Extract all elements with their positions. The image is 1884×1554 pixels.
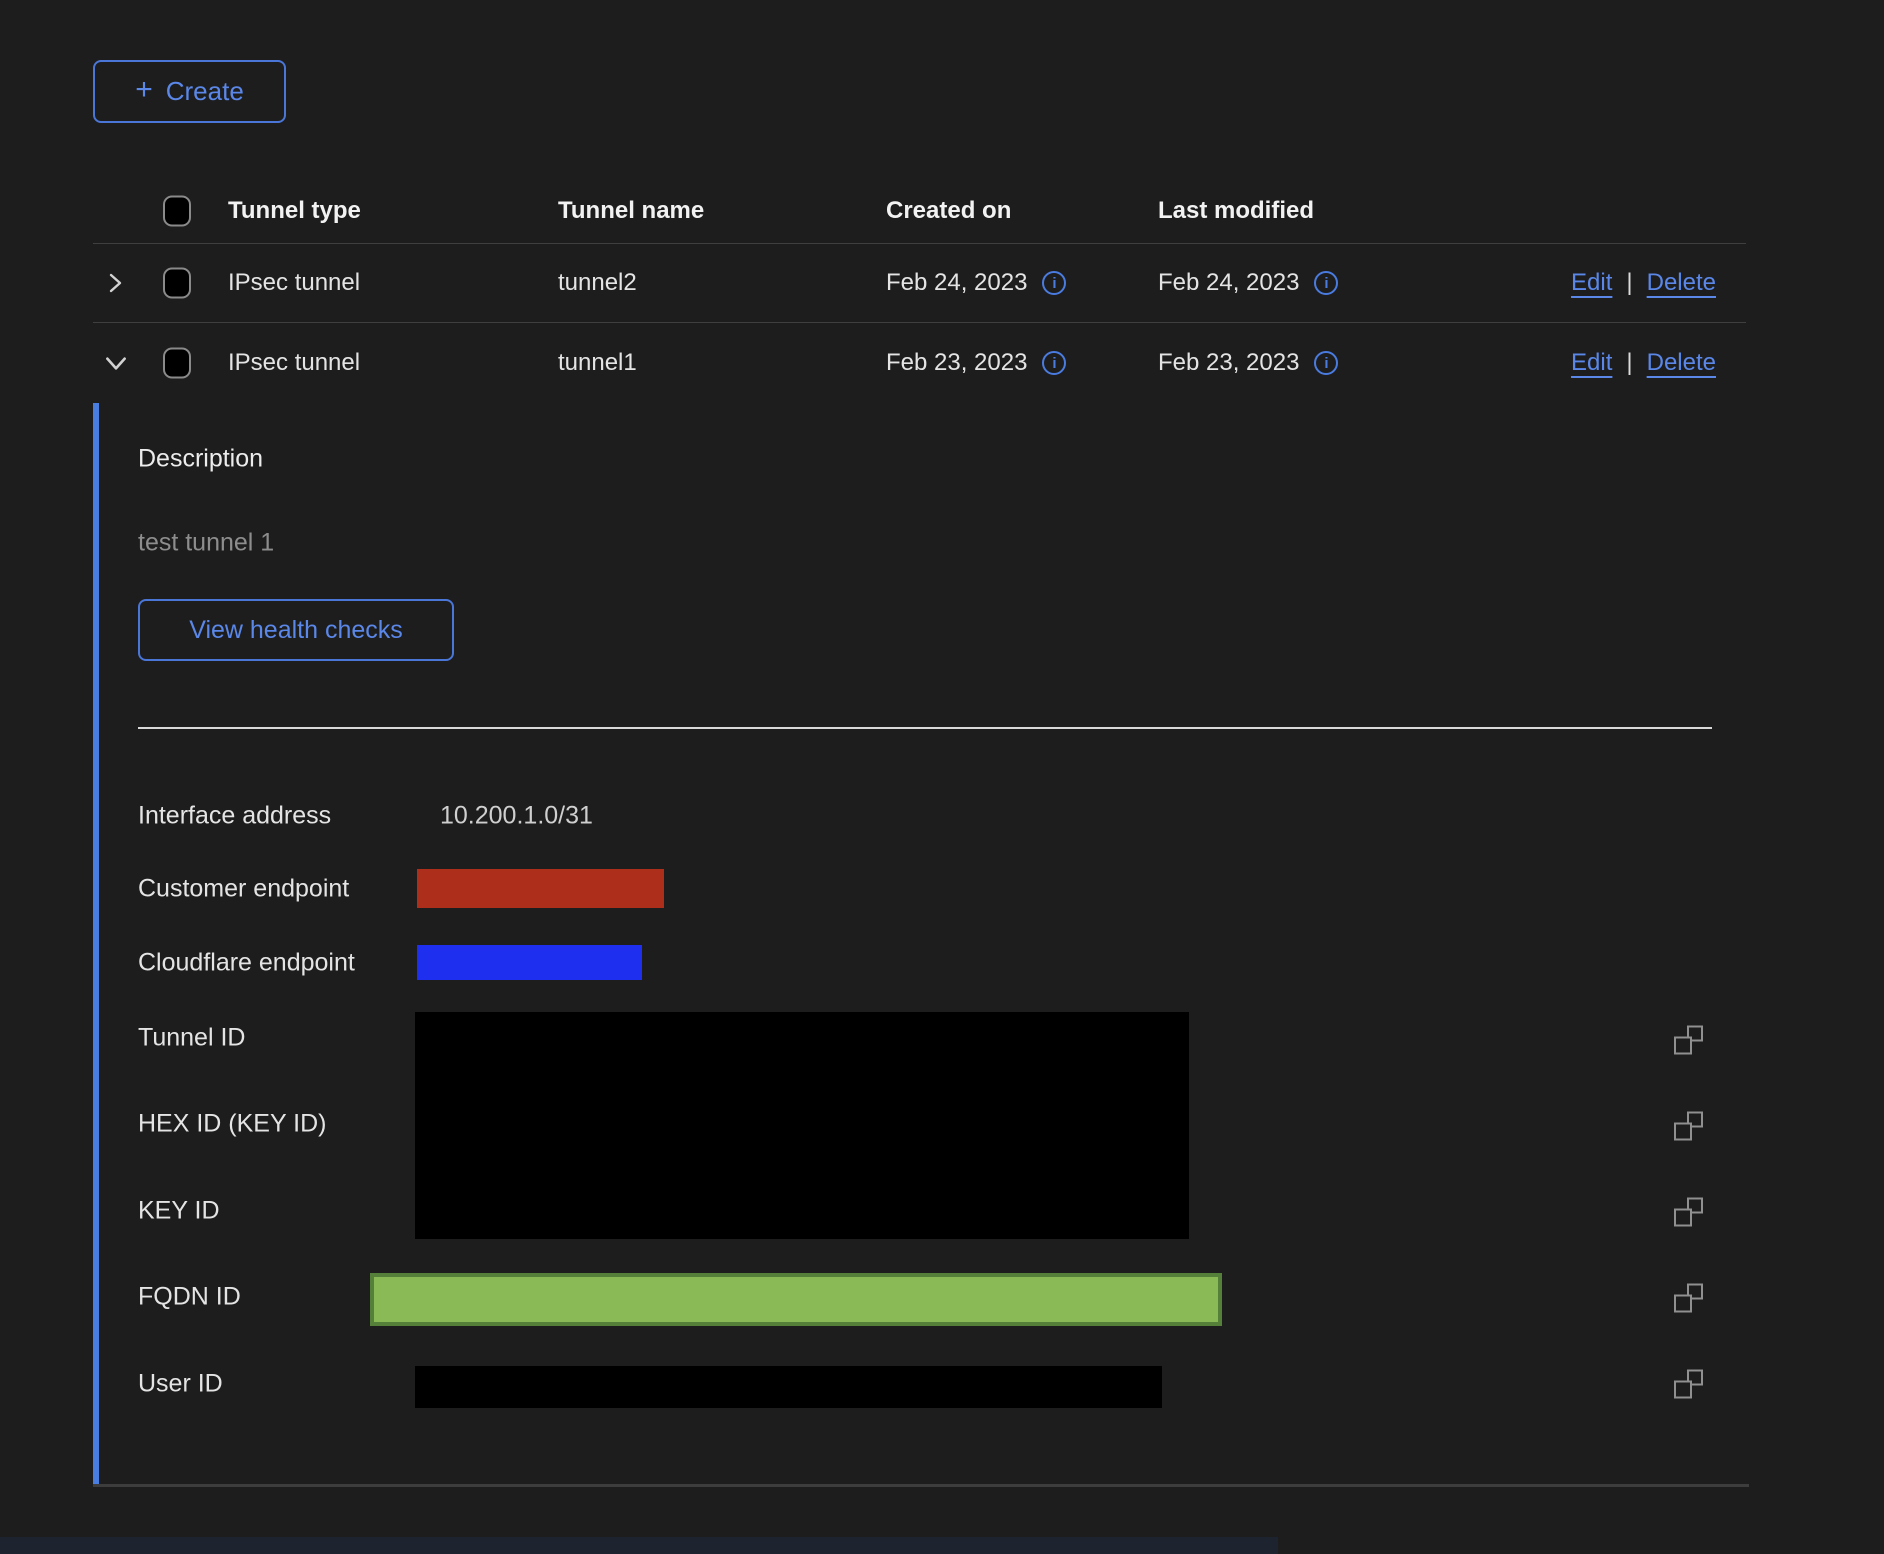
created-on-cell: Feb 24, 2023 i [886, 269, 1066, 297]
tunnel-table: Tunnel type Tunnel name Created on Last … [93, 178, 1746, 403]
user-id-label: User ID [138, 1370, 223, 1399]
interface-address-value: 10.200.1.0/31 [440, 802, 593, 831]
delete-link[interactable]: Delete [1647, 269, 1716, 297]
copy-icon-front [1674, 1037, 1692, 1055]
table-bottom-border [93, 1484, 1749, 1487]
key-id-label: KEY ID [138, 1197, 220, 1226]
description-value: test tunnel 1 [138, 529, 274, 558]
header-last-modified: Last modified [1158, 197, 1314, 225]
fqdn-id-label: FQDN ID [138, 1283, 241, 1312]
row-checkbox[interactable] [163, 348, 191, 379]
customer-endpoint-label: Customer endpoint [138, 875, 349, 904]
last-modified-value: Feb 23, 2023 [1158, 349, 1299, 377]
created-on-value: Feb 24, 2023 [886, 269, 1027, 297]
info-icon[interactable]: i [1042, 351, 1066, 375]
expand-chevron-right-icon[interactable] [103, 271, 139, 295]
customer-endpoint-redacted-value [417, 869, 664, 908]
copy-icon[interactable] [1674, 1370, 1703, 1399]
tunnel-type-value: IPsec tunnel [228, 269, 360, 297]
edit-link[interactable]: Edit [1571, 269, 1612, 297]
tunnel-id-label: Tunnel ID [138, 1024, 245, 1053]
header-tunnel-name: Tunnel name [558, 197, 704, 225]
info-icon[interactable]: i [1042, 271, 1066, 295]
actions-separator: | [1626, 349, 1632, 377]
table-row: IPsec tunnel tunnel1 Feb 23, 2023 i Feb … [93, 323, 1746, 403]
header-created-on: Created on [886, 197, 1011, 225]
table-row: IPsec tunnel tunnel2 Feb 24, 2023 i Feb … [93, 244, 1746, 323]
tunnel-name-value: tunnel2 [558, 269, 637, 297]
select-all-checkbox[interactable] [163, 195, 191, 226]
view-health-checks-button[interactable]: View health checks [138, 599, 454, 661]
copy-icon[interactable] [1674, 1026, 1703, 1055]
row-checkbox[interactable] [163, 268, 191, 299]
table-header-row: Tunnel type Tunnel name Created on Last … [93, 178, 1746, 244]
copy-icon-front [1674, 1209, 1692, 1227]
created-on-cell: Feb 23, 2023 i [886, 349, 1066, 377]
copy-icon[interactable] [1674, 1284, 1703, 1313]
actions-separator: | [1626, 269, 1632, 297]
last-modified-cell: Feb 23, 2023 i [1158, 349, 1338, 377]
interface-address-label: Interface address [138, 802, 331, 831]
copy-icon-front [1674, 1381, 1692, 1399]
tunnel-type-value: IPsec tunnel [228, 349, 360, 377]
delete-link[interactable]: Delete [1647, 349, 1716, 377]
copy-icon-front [1674, 1123, 1692, 1141]
tunnel-name-value: tunnel1 [558, 349, 637, 377]
section-divider [138, 727, 1712, 729]
last-modified-cell: Feb 24, 2023 i [1158, 269, 1338, 297]
row-actions: Edit | Delete [1571, 349, 1716, 377]
info-icon[interactable]: i [1314, 351, 1338, 375]
plus-icon: + [135, 75, 153, 105]
cloudflare-endpoint-redacted-value [417, 945, 642, 980]
collapse-chevron-down-icon[interactable] [103, 350, 139, 376]
row-actions: Edit | Delete [1571, 269, 1716, 297]
copy-icon[interactable] [1674, 1112, 1703, 1141]
copy-icon[interactable] [1674, 1198, 1703, 1227]
fqdn-id-redacted-value [370, 1273, 1222, 1326]
user-id-redacted-value [415, 1366, 1162, 1408]
edit-link[interactable]: Edit [1571, 349, 1612, 377]
tunnel-detail-panel: Description test tunnel 1 View health ch… [93, 403, 1749, 1484]
hex-id-label: HEX ID (KEY ID) [138, 1110, 326, 1139]
create-button-label: Create [166, 76, 244, 107]
ids-redacted-value [415, 1012, 1189, 1239]
cloudflare-endpoint-label: Cloudflare endpoint [138, 949, 355, 978]
bottom-edge-strip [0, 1537, 1278, 1554]
info-icon[interactable]: i [1314, 271, 1338, 295]
last-modified-value: Feb 24, 2023 [1158, 269, 1299, 297]
created-on-value: Feb 23, 2023 [886, 349, 1027, 377]
create-button[interactable]: + Create [93, 60, 286, 123]
description-label: Description [138, 445, 263, 474]
copy-icon-front [1674, 1295, 1692, 1313]
header-tunnel-type: Tunnel type [228, 197, 361, 225]
